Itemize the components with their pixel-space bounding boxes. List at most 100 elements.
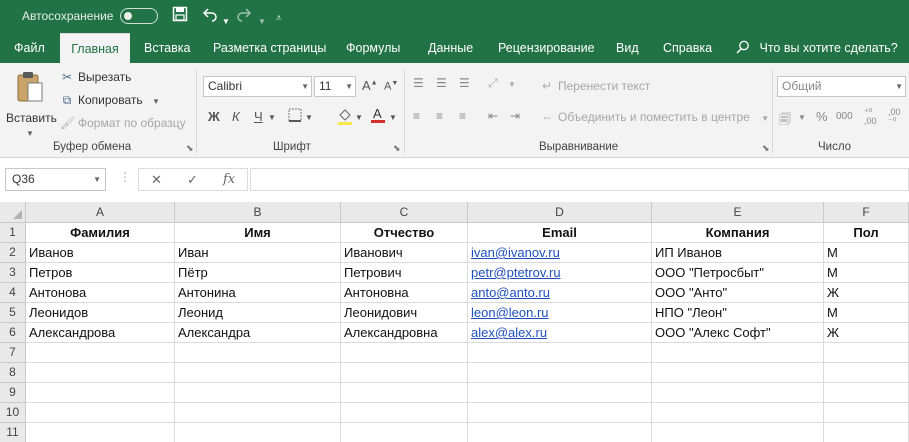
row-header[interactable]: 9 [0, 383, 26, 403]
table-cell[interactable]: ООО "Петросбыт" [652, 263, 824, 283]
table-header-cell[interactable]: Пол [824, 223, 909, 243]
table-cell[interactable]: leon@leon.ru [468, 303, 652, 323]
orientation-dropdown-icon[interactable]: ▼ [508, 80, 516, 89]
table-cell[interactable] [341, 363, 468, 383]
table-cell[interactable] [26, 363, 175, 383]
insert-function-icon[interactable]: fx [223, 172, 235, 187]
formula-bar-grip-icon[interactable]: ⋮ [119, 170, 131, 184]
column-header-c[interactable]: C [341, 202, 468, 223]
tab-view[interactable]: Вид [616, 33, 639, 63]
align-left-icon[interactable]: ≡ [413, 109, 420, 123]
borders-icon[interactable] [288, 108, 302, 125]
table-cell[interactable] [341, 403, 468, 423]
paste-button[interactable]: Вставить ▼ [6, 69, 57, 139]
align-top-icon[interactable]: ☰ [413, 76, 424, 90]
table-cell[interactable] [175, 403, 341, 423]
font-launcher-icon[interactable]: ⬊ [393, 143, 401, 154]
bold-button[interactable]: Ж [208, 109, 220, 124]
table-cell[interactable] [468, 363, 652, 383]
alignment-launcher-icon[interactable]: ⬊ [762, 143, 770, 154]
tab-help[interactable]: Справка [663, 33, 712, 63]
cancel-entry-icon[interactable]: ✕ [151, 172, 162, 188]
number-format-select[interactable]: Общий ▼ [777, 76, 906, 97]
row-header[interactable]: 3 [0, 263, 26, 283]
table-cell[interactable] [824, 363, 909, 383]
formula-input[interactable] [250, 168, 909, 191]
table-cell[interactable] [26, 343, 175, 363]
column-header-f[interactable]: F [824, 202, 909, 223]
table-cell[interactable] [26, 403, 175, 423]
underline-dropdown-icon[interactable]: ▼ [268, 113, 276, 122]
italic-button[interactable]: К [232, 109, 240, 124]
tab-home[interactable]: Главная [60, 33, 130, 63]
table-cell[interactable]: Антонова [26, 283, 175, 303]
font-size-select[interactable]: 11 ▼ [314, 76, 356, 97]
table-cell[interactable] [652, 343, 824, 363]
table-cell[interactable] [468, 383, 652, 403]
decrease-font-icon[interactable]: A▼ [384, 80, 398, 93]
table-cell[interactable] [824, 383, 909, 403]
name-box[interactable]: Q36 ▼ [5, 168, 106, 191]
fill-dropdown-icon[interactable]: ▼ [355, 113, 363, 122]
tab-review[interactable]: Рецензирование [498, 33, 595, 63]
row-header[interactable]: 11 [0, 423, 26, 442]
clipboard-launcher-icon[interactable]: ⬊ [186, 143, 194, 154]
table-cell[interactable] [175, 383, 341, 403]
table-cell[interactable] [341, 383, 468, 403]
tell-me-search[interactable]: Что вы хотите сделать? [736, 33, 898, 63]
table-cell[interactable]: Леонидов [26, 303, 175, 323]
table-header-cell[interactable]: Имя [175, 223, 341, 243]
customize-qat-icon[interactable]: ⩡ [276, 9, 282, 29]
row-header[interactable]: 4 [0, 283, 26, 303]
row-header[interactable]: 1 [0, 223, 26, 243]
table-cell[interactable]: Ж [824, 323, 909, 343]
decrease-indent-icon[interactable]: ⇤ [488, 109, 498, 123]
column-header-a[interactable]: A [26, 202, 175, 223]
table-header-cell[interactable]: Email [468, 223, 652, 243]
wrap-text-button[interactable]: ↵ Перенести текст [540, 79, 650, 93]
table-cell[interactable] [175, 363, 341, 383]
row-header[interactable]: 2 [0, 243, 26, 263]
table-cell[interactable] [824, 403, 909, 423]
orientation-icon[interactable]: ⤢ [488, 76, 498, 91]
increase-decimal-icon[interactable]: ⁺⁰ ,00 [864, 108, 877, 126]
accounting-format-icon[interactable]: 🗐 [779, 110, 791, 131]
table-cell[interactable]: Антоновна [341, 283, 468, 303]
save-icon[interactable] [172, 6, 188, 28]
decrease-decimal-icon[interactable]: ,00 ⁻⁰ [888, 108, 901, 126]
undo-dropdown-icon[interactable]: ▼ [222, 12, 230, 32]
column-header-d[interactable]: D [468, 202, 652, 223]
table-cell[interactable]: ИП Иванов [652, 243, 824, 263]
table-cell[interactable]: Александровна [341, 323, 468, 343]
tab-formulas[interactable]: Формулы [346, 33, 400, 63]
fill-color-icon[interactable] [337, 107, 353, 128]
table-cell[interactable]: Пётр [175, 263, 341, 283]
autosave-toggle[interactable] [120, 8, 158, 24]
format-painter-button[interactable]: 🖌 Формат по образцу [60, 116, 186, 130]
undo-icon[interactable] [202, 6, 218, 28]
align-middle-icon[interactable]: ☰ [436, 76, 447, 90]
table-cell[interactable] [26, 423, 175, 442]
increase-indent-icon[interactable]: ⇥ [510, 109, 520, 123]
accounting-dropdown-icon[interactable]: ▼ [798, 113, 806, 122]
table-cell[interactable] [468, 423, 652, 442]
confirm-entry-icon[interactable]: ✓ [187, 172, 198, 188]
table-cell[interactable]: Леонидович [341, 303, 468, 323]
table-cell[interactable]: Иванов [26, 243, 175, 263]
table-cell[interactable] [652, 403, 824, 423]
column-header-b[interactable]: B [175, 202, 341, 223]
select-all-corner[interactable] [0, 202, 26, 223]
table-cell[interactable] [175, 423, 341, 442]
table-header-cell[interactable]: Фамилия [26, 223, 175, 243]
borders-dropdown-icon[interactable]: ▼ [305, 113, 313, 122]
table-cell[interactable]: Александра [175, 323, 341, 343]
font-name-select[interactable]: Calibri ▼ [203, 76, 312, 97]
merge-center-button[interactable]: ⇔ Объединить и поместить в центре ▼ [540, 110, 769, 124]
table-cell[interactable]: petr@ptetrov.ru [468, 263, 652, 283]
table-cell[interactable]: НПО "Леон" [652, 303, 824, 323]
table-cell[interactable] [468, 343, 652, 363]
redo-icon[interactable] [236, 6, 252, 28]
align-right-icon[interactable]: ≡ [459, 109, 466, 123]
cut-button[interactable]: ✂ Вырезать [60, 70, 131, 84]
percent-icon[interactable]: % [816, 109, 828, 124]
